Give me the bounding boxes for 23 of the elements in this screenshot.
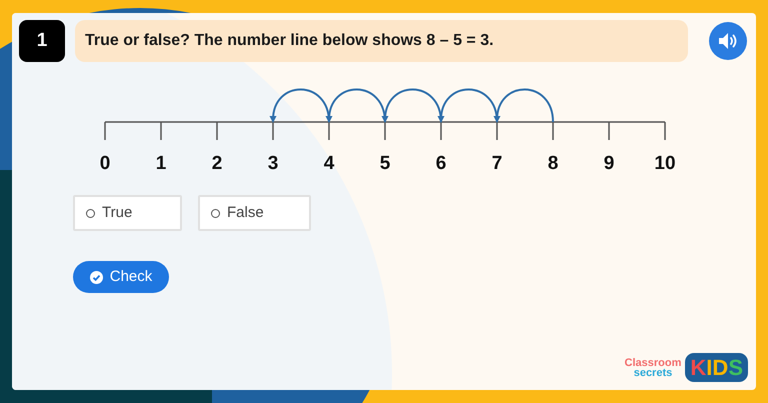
answer-option[interactable]: False — [198, 195, 311, 231]
tick-label: 6 — [436, 153, 446, 174]
tick-label: 5 — [380, 153, 390, 174]
tick-label: 10 — [654, 153, 676, 174]
question-number: 1 — [19, 20, 65, 62]
answer-option[interactable]: True — [73, 195, 182, 231]
tick-label: 9 — [604, 153, 614, 174]
question-text: True or false? The number line below shows 8 – 5 = 3. — [75, 20, 688, 62]
radio-icon — [86, 208, 95, 218]
tick-label: 0 — [100, 153, 110, 174]
tick-label: 8 — [548, 153, 558, 174]
logo-badge: KIDS — [685, 353, 748, 382]
tick-label: 7 — [492, 153, 502, 174]
tick-label: 1 — [156, 153, 166, 174]
check-button[interactable]: Check — [73, 261, 169, 293]
audio-button[interactable] — [709, 22, 747, 60]
tick-label: 3 — [268, 153, 278, 174]
check-circle-icon — [90, 270, 103, 284]
tick-label: 2 — [212, 153, 222, 174]
tick-label: 4 — [324, 153, 334, 174]
radio-icon — [211, 208, 220, 218]
speaker-icon — [718, 32, 738, 50]
logo-text: Classroom secrets — [624, 358, 682, 378]
